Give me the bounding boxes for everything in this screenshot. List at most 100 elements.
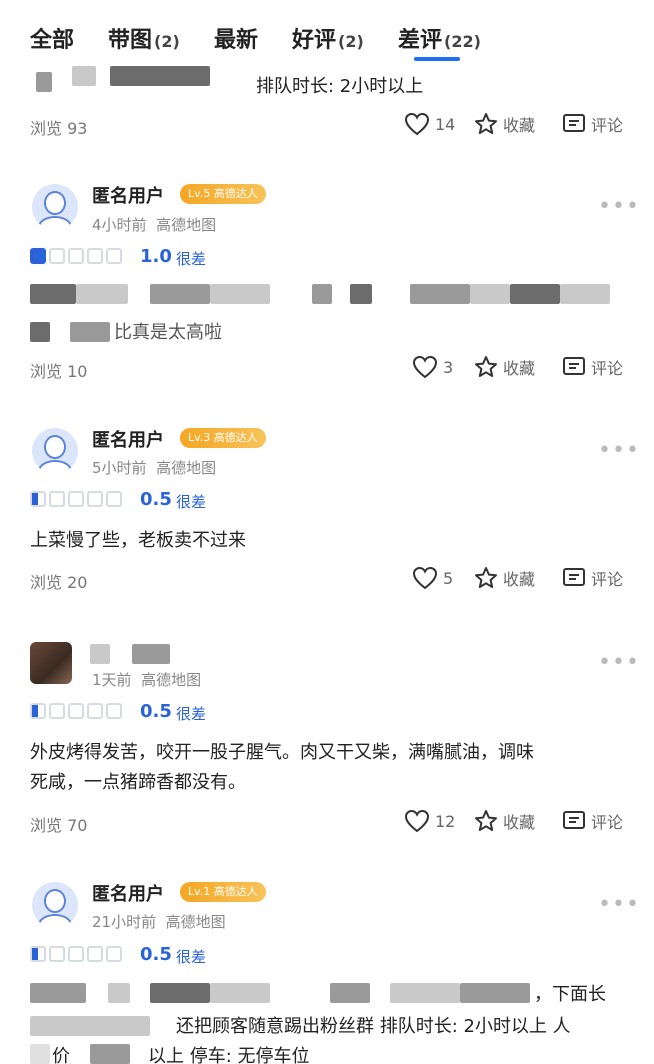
comment-label: 评论 <box>591 813 624 832</box>
rating-star-icon <box>49 248 65 264</box>
more-dots-icon[interactable]: ••• <box>598 194 640 219</box>
blurred-text <box>108 983 130 1003</box>
blurred-text <box>510 284 560 304</box>
blurred-text <box>560 284 610 304</box>
rating-label: 很差 <box>176 493 207 511</box>
rating-star-icon <box>49 703 65 719</box>
user-name[interactable]: 匿名用户 <box>92 182 164 208</box>
rating-star-icon <box>68 946 84 962</box>
more-dots-icon[interactable]: ••• <box>598 650 640 675</box>
tab-label: 带图 <box>108 28 153 53</box>
review-text: 比真是太高啦 <box>114 322 222 343</box>
rating-label: 很差 <box>176 705 207 723</box>
review-filter-tabs: 全部 带图 (2) 最新 好评 (2) 差评 (22) <box>0 0 654 62</box>
rating-star-icon <box>106 946 122 962</box>
review-time-text: 5小时前 <box>92 459 147 477</box>
avatar[interactable] <box>30 642 72 684</box>
review-text: 价 <box>52 1046 70 1064</box>
favorite-button[interactable]: 收藏 <box>474 809 535 833</box>
comment-button[interactable]: 评论 <box>562 112 623 136</box>
blurred-text <box>76 284 128 304</box>
favorite-label: 收藏 <box>503 116 536 135</box>
review-text: 排队时长: 2小时以上 <box>256 76 424 97</box>
blurred-text <box>30 983 86 1003</box>
tab-positive[interactable]: 好评 (2) <box>292 22 364 54</box>
rating-star-icon <box>49 491 65 507</box>
favorite-button[interactable]: 收藏 <box>474 112 535 136</box>
rating-score: 1.0 <box>140 246 172 267</box>
comment-icon <box>563 568 585 586</box>
blurred-text <box>132 644 170 664</box>
tab-negative[interactable]: 差评 (22) <box>398 22 481 54</box>
like-button[interactable]: 14 <box>404 112 455 136</box>
blurred-text <box>90 644 110 664</box>
star-icon <box>475 113 497 134</box>
rating-star-icon <box>30 491 46 507</box>
review-time: 4小时前 高德地图 <box>92 214 216 235</box>
comment-button[interactable]: 评论 <box>562 355 623 379</box>
blurred-text <box>70 322 110 342</box>
like-count: 3 <box>443 357 454 377</box>
blurred-text <box>30 322 50 342</box>
like-count: 14 <box>435 114 456 134</box>
more-dots-icon[interactable]: ••• <box>598 892 640 917</box>
rating-star-icon <box>87 248 103 264</box>
avatar[interactable] <box>32 184 78 230</box>
blurred-text <box>460 983 530 1003</box>
star-icon <box>475 567 497 588</box>
review-text: 外皮烤得发苦，咬开一股子腥气。肉又干又柴，满嘴腻油，调味 <box>30 742 534 763</box>
rating-star-icon <box>30 248 46 264</box>
star-rating <box>30 248 122 264</box>
tab-all[interactable]: 全部 <box>30 22 74 54</box>
rating-star-icon <box>30 703 46 719</box>
star-icon <box>475 810 497 831</box>
tab-label: 差评 <box>398 28 443 53</box>
comment-icon <box>563 357 585 375</box>
comment-icon <box>563 811 585 829</box>
rating-star-icon <box>68 703 84 719</box>
tab-count: (2) <box>338 32 364 51</box>
review-source: 高德地图 <box>156 216 217 234</box>
rating-star-icon <box>106 248 122 264</box>
rating-star-icon <box>49 946 65 962</box>
tab-label: 好评 <box>292 28 337 53</box>
blurred-text <box>312 284 332 304</box>
blurred-text <box>150 983 210 1003</box>
like-button[interactable]: 5 <box>412 566 453 590</box>
rating-star-icon <box>87 946 103 962</box>
blurred-text <box>390 983 460 1003</box>
user-name[interactable]: 匿名用户 <box>92 426 164 452</box>
rating-star-icon <box>87 703 103 719</box>
comment-label: 评论 <box>591 570 624 589</box>
view-count: 浏览 20 <box>30 573 88 592</box>
tab-count: (22) <box>444 32 481 51</box>
favorite-button[interactable]: 收藏 <box>474 355 535 379</box>
review-source: 高德地图 <box>141 671 202 689</box>
avatar[interactable] <box>32 428 78 474</box>
tab-latest[interactable]: 最新 <box>214 22 258 54</box>
active-tab-indicator <box>414 57 460 61</box>
view-count: 浏览 70 <box>30 816 88 835</box>
review-text: 上菜慢了些，老板卖不过来 <box>30 530 246 551</box>
comment-button[interactable]: 评论 <box>562 566 623 590</box>
blurred-text <box>30 1016 150 1036</box>
review-time-text: 1天前 <box>92 671 132 689</box>
star-rating <box>30 491 122 507</box>
review-text: ，下面长 <box>534 984 606 1005</box>
blurred-text <box>150 284 210 304</box>
user-name[interactable]: 匿名用户 <box>92 880 164 906</box>
comment-button[interactable]: 评论 <box>562 809 623 833</box>
user-level-badge: Lv.5 高德达人 <box>180 184 266 204</box>
like-button[interactable]: 12 <box>404 809 455 833</box>
blurred-text <box>36 72 52 92</box>
avatar[interactable] <box>32 882 78 928</box>
more-dots-icon[interactable]: ••• <box>598 438 640 463</box>
tab-label: 全部 <box>30 28 75 53</box>
tab-with-photos[interactable]: 带图 (2) <box>108 22 180 54</box>
like-button[interactable]: 3 <box>412 355 453 379</box>
heart-icon <box>404 809 430 833</box>
comment-label: 评论 <box>591 116 624 135</box>
review-text: 以上 停车: 无停车位 <box>148 1046 310 1064</box>
favorite-button[interactable]: 收藏 <box>474 566 535 590</box>
rating-star-icon <box>68 491 84 507</box>
